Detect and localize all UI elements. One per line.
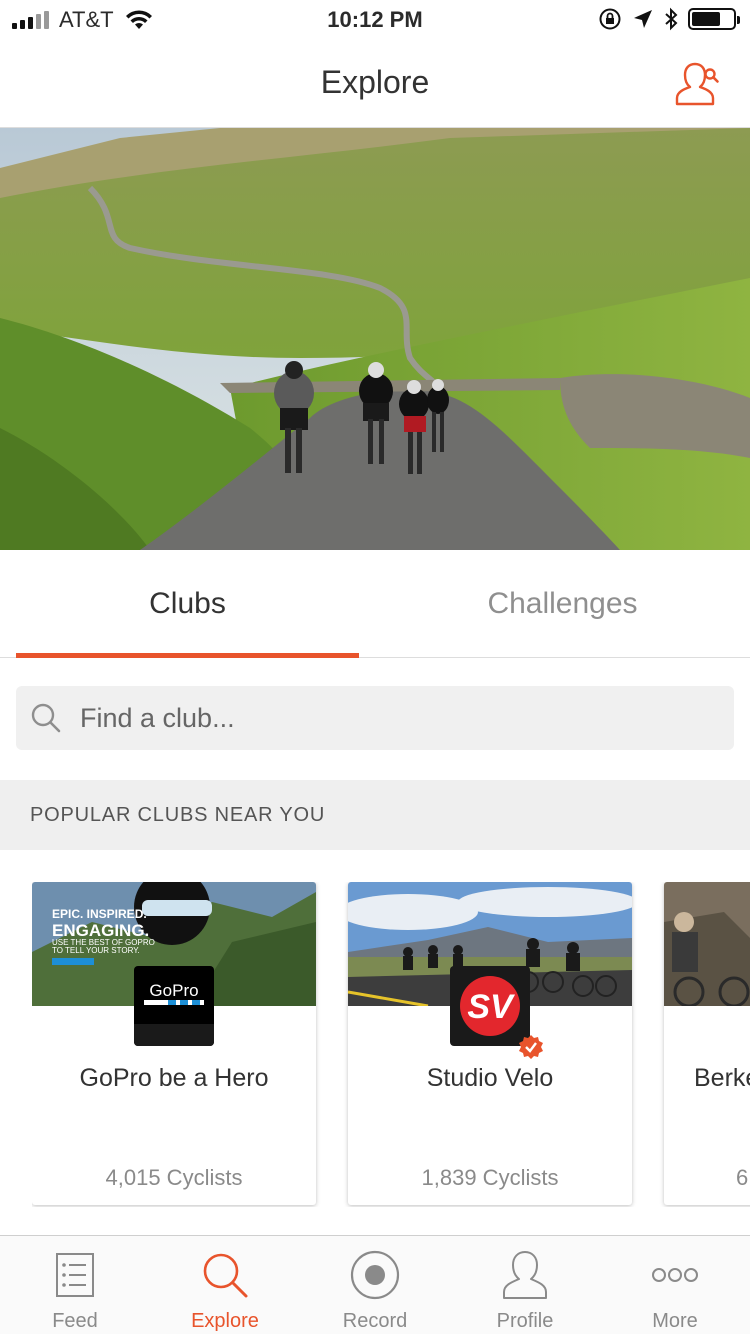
tab-feed[interactable]: Feed [0, 1236, 150, 1334]
feed-icon [56, 1253, 94, 1297]
club-name: Studio Velo [426, 1064, 554, 1092]
club-logo-gopro: GoPro [134, 966, 214, 1046]
profile-icon [503, 1251, 547, 1299]
tab-clubs[interactable]: Clubs [16, 550, 359, 658]
club-search-bar[interactable] [16, 686, 734, 750]
search-input[interactable] [80, 702, 680, 734]
club-card-gopro[interactable]: EPIC. INSPIRED. ENGAGING. USE THE BEST O… [32, 882, 316, 1205]
club-cover-image [664, 882, 750, 1006]
club-card-studio-velo[interactable]: SV Studio Velo 1,839 Cyclists [348, 882, 632, 1205]
record-icon [350, 1250, 400, 1300]
club-member-count: 6 [736, 1165, 749, 1190]
club-member-count: 1,839 Cyclists [421, 1165, 559, 1190]
tab-feed-label: Feed [52, 1310, 98, 1332]
cover-text-4: TO TELL YOUR STORY. [52, 946, 140, 955]
club-member-count: 4,015 Cyclists [105, 1165, 243, 1190]
location-arrow-icon [634, 10, 652, 28]
bottom-tab-bar: Feed Explore Record Profile More [0, 1235, 750, 1334]
tab-explore[interactable]: Explore [150, 1236, 300, 1334]
rotation-lock-icon [599, 8, 621, 30]
tab-record-label: Record [342, 1310, 408, 1332]
tab-profile[interactable]: Profile [450, 1236, 600, 1334]
segmented-tabs: Clubs Challenges [0, 550, 750, 658]
tab-record[interactable]: Record [300, 1236, 450, 1334]
bluetooth-icon [665, 7, 678, 31]
status-bar: AT&T 10:12 PM [0, 0, 750, 40]
hero-image [0, 128, 750, 550]
club-card-berke[interactable]: Berke 6 [664, 882, 750, 1205]
club-name: Berke [694, 1064, 750, 1092]
cover-text-1: EPIC. INSPIRED. [52, 907, 147, 921]
page-title: Explore [320, 64, 430, 100]
search-icon [31, 703, 61, 733]
tab-profile-label: Profile [496, 1310, 554, 1332]
tab-challenges[interactable]: Challenges [375, 550, 750, 658]
club-name: GoPro be a Hero [79, 1064, 269, 1092]
tab-more[interactable]: More [600, 1236, 750, 1334]
battery-icon [688, 8, 740, 30]
active-tab-indicator [16, 653, 359, 658]
studio-velo-logo-text: SV [467, 988, 516, 1026]
gopro-logo-text: GoPro [149, 981, 198, 1000]
person-search-icon[interactable] [674, 62, 720, 106]
verified-badge-icon [519, 1035, 543, 1059]
club-carousel[interactable]: EPIC. INSPIRED. ENGAGING. USE THE BEST O… [32, 882, 750, 1207]
tab-explore-label: Explore [191, 1310, 259, 1332]
more-icon [652, 1268, 698, 1282]
section-header: POPULAR CLUBS NEAR YOU [0, 780, 750, 850]
tab-more-label: More [652, 1310, 698, 1332]
explore-search-icon [203, 1253, 248, 1298]
navigation-bar: Explore [0, 40, 750, 128]
